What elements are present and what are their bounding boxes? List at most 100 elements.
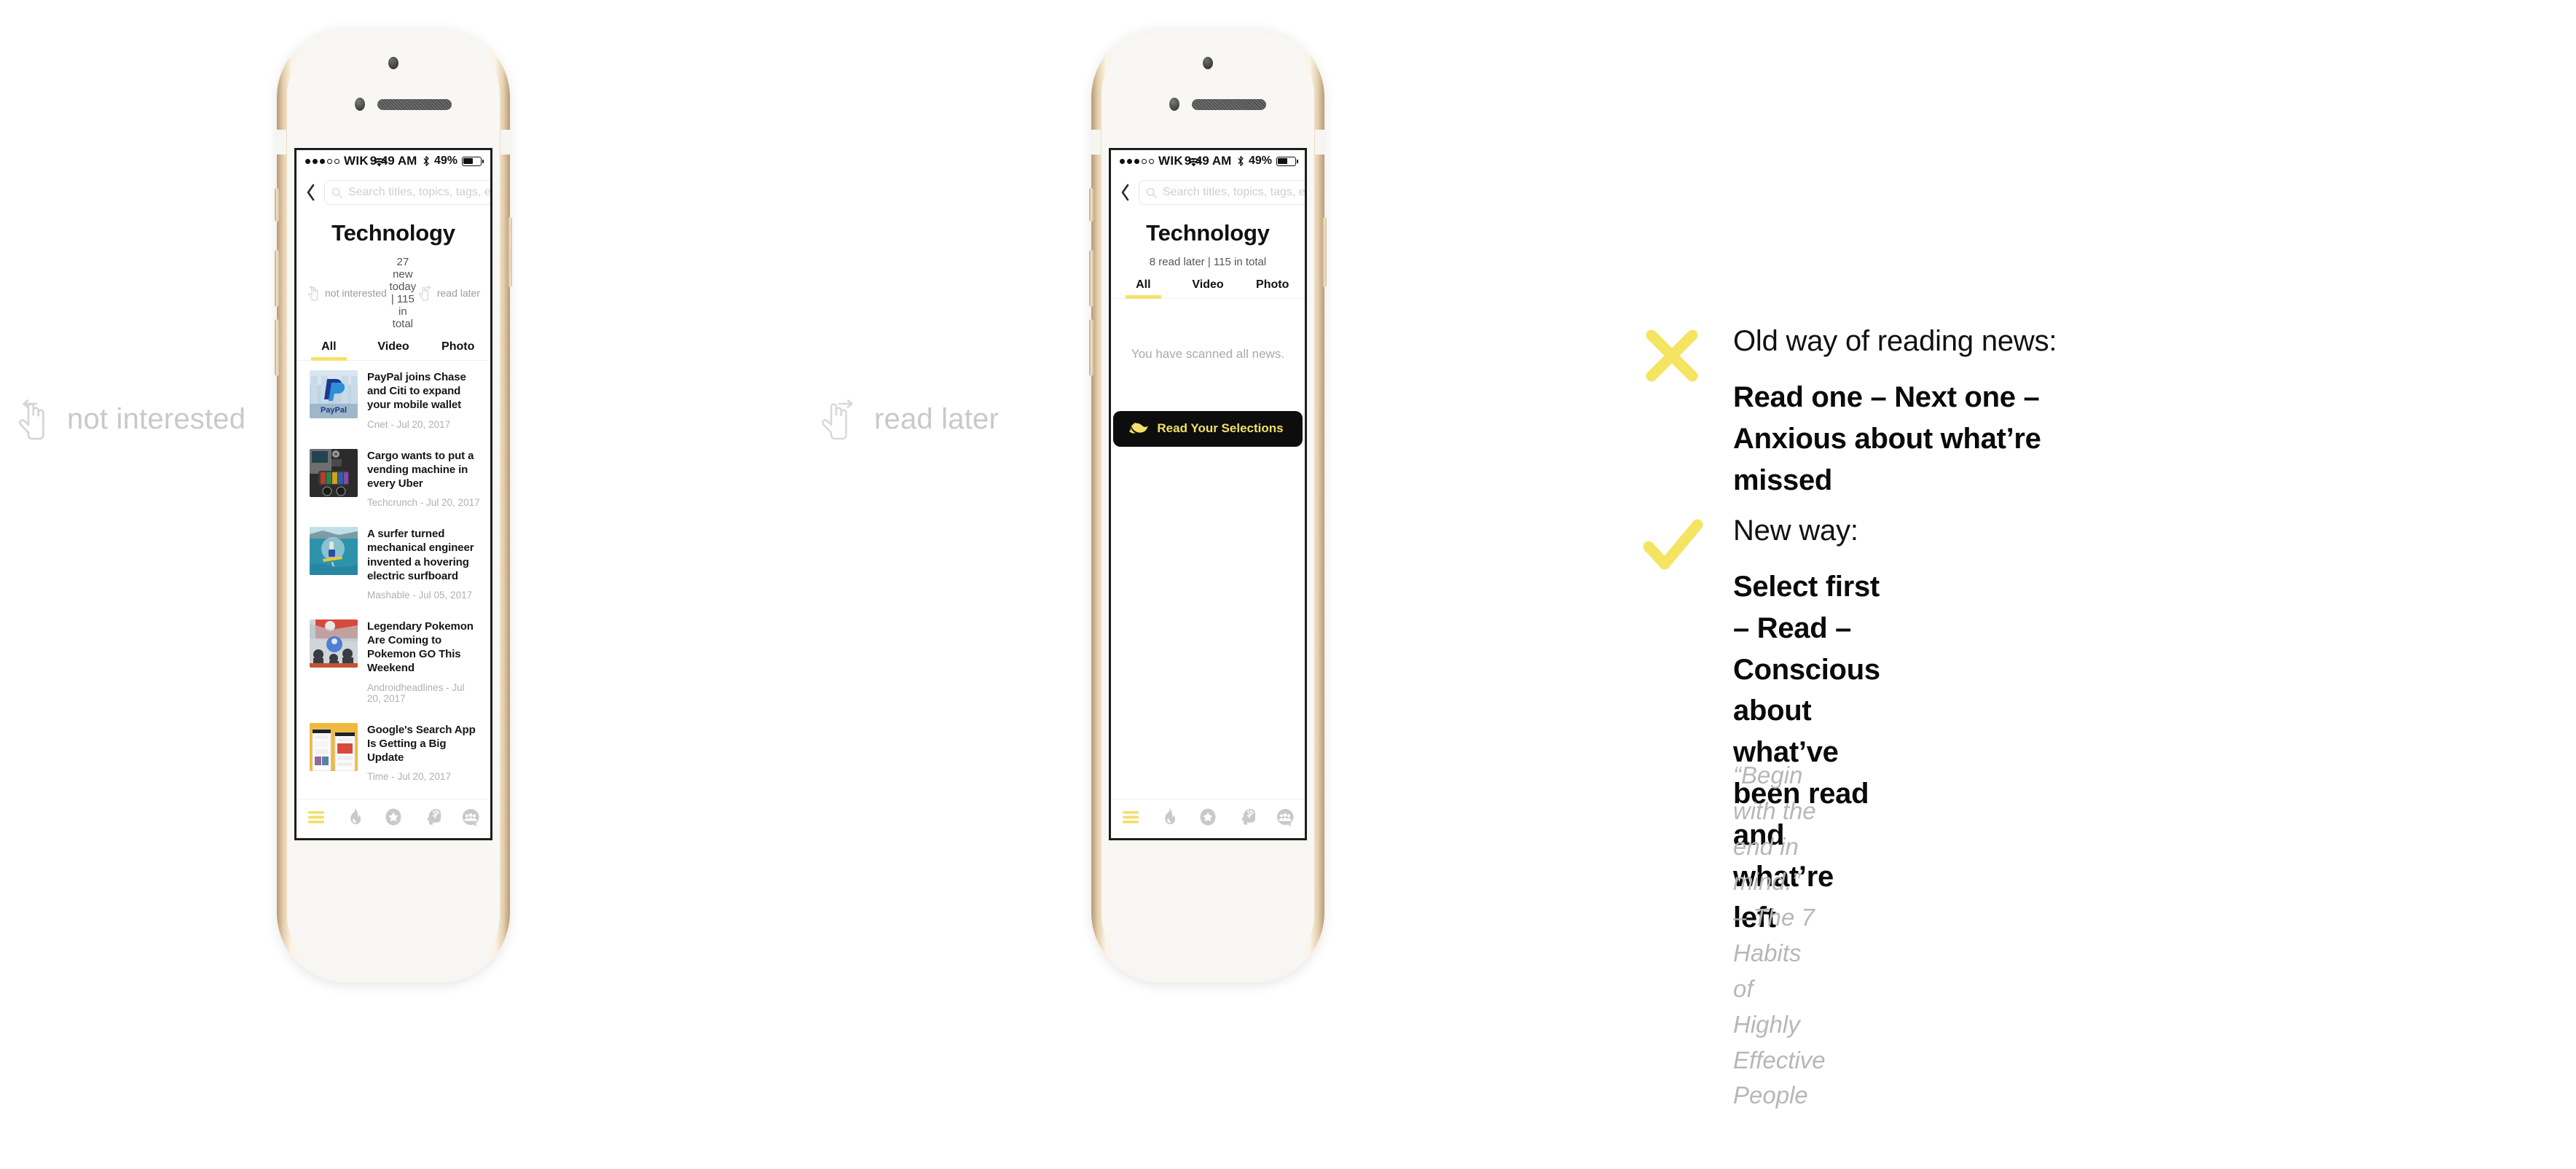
reading-hand-book-icon xyxy=(1129,421,1148,437)
star-circle-icon xyxy=(1197,806,1219,832)
antenna-band xyxy=(1091,130,1101,155)
hand-swipe-right-icon xyxy=(418,285,433,301)
home-button[interactable] xyxy=(1178,892,1238,952)
tabbar-item-feed[interactable] xyxy=(297,806,335,832)
power-button[interactable] xyxy=(508,217,512,287)
mute-switch[interactable] xyxy=(275,188,279,222)
quote-attribution: – The 7 Habits of Highly Effective Peopl… xyxy=(1733,904,1826,1109)
home-button[interactable] xyxy=(364,892,423,952)
front-camera-icon xyxy=(388,57,398,69)
status-bar-left: WIK xyxy=(1120,154,1201,168)
tabbar-item-community[interactable] xyxy=(1266,806,1305,832)
volume-up-button[interactable] xyxy=(1089,250,1093,307)
news-text: PayPal joins Chase and Citi to expand yo… xyxy=(367,370,480,430)
power-button[interactable] xyxy=(1322,217,1327,287)
meta-counts: 27 new today | 115 in total xyxy=(389,256,417,330)
antenna-band xyxy=(500,130,511,155)
search-icon xyxy=(1146,187,1157,198)
meta-not-interested-label: not interested xyxy=(325,287,387,299)
tab-photo[interactable]: Photo xyxy=(1240,278,1305,298)
quote-block: “Begin with the end in mind.” – The 7 Ha… xyxy=(1733,758,1826,1114)
news-thumbnail xyxy=(310,619,358,668)
check-mark-icon xyxy=(1635,510,1708,583)
tab-photo[interactable]: Photo xyxy=(425,340,490,360)
read-your-selections-label: Read Your Selections xyxy=(1157,421,1284,435)
empty-state-message: You have scanned all news. xyxy=(1131,347,1285,361)
chevron-left-icon[interactable] xyxy=(1120,183,1131,202)
tabbar-item-favorites[interactable] xyxy=(1188,806,1227,832)
news-source: Time - Jul 20, 2017 xyxy=(367,771,452,783)
search-input[interactable]: Search titles, topics, tags, etc. xyxy=(1139,180,1307,205)
wifi-icon xyxy=(372,157,386,167)
list-item[interactable]: PayPal PayPal joins Chase and Citi to ex… xyxy=(297,361,490,439)
volume-up-button[interactable] xyxy=(275,250,279,307)
meta-row: not interested 27 new today | 115 in tot… xyxy=(297,246,490,330)
carrier-label: WIK xyxy=(344,154,369,168)
earpiece-speaker xyxy=(377,99,452,110)
battery-icon xyxy=(1276,156,1298,166)
swipe-hint-read-later: read later xyxy=(822,397,999,441)
new-way-statement-line1: Select first – Read – Conscious about wh… xyxy=(1733,571,1880,769)
tabbar-item-feed[interactable] xyxy=(1111,806,1150,832)
news-list[interactable]: PayPal PayPal joins Chase and Citi to ex… xyxy=(297,361,490,799)
tabbar-item-insights[interactable] xyxy=(1228,806,1266,832)
list-item[interactable]: Cargo wants to put a vending machine in … xyxy=(297,439,490,518)
status-bar-right: 49% xyxy=(423,155,484,168)
search-placeholder: Search titles, topics, tags, etc. xyxy=(1163,186,1307,198)
news-source: Androidheadlines - Jul 20, 2017 xyxy=(367,681,465,704)
antenna-band xyxy=(1315,130,1325,155)
read-your-selections-button[interactable]: Read Your Selections xyxy=(1113,411,1303,447)
news-source: Mashable - Jul 05, 2017 xyxy=(367,589,473,601)
news-text: A surfer turned mechanical engineer inve… xyxy=(367,527,480,601)
slide-canvas: not interested read later WIK 9:49 AM 49… xyxy=(0,0,2576,1169)
brain-head-icon xyxy=(1236,806,1257,832)
hamburger-menu-icon xyxy=(305,806,327,832)
community-speech-bubble-icon xyxy=(1274,806,1296,832)
status-bar: WIK 9:49 AM 49% xyxy=(297,150,490,172)
news-title: Google's Search App Is Getting a Big Upd… xyxy=(367,723,476,764)
list-item[interactable]: Legendary Pokemon Are Coming to Pokemon … xyxy=(297,610,490,713)
front-camera-icon xyxy=(1203,57,1213,69)
battery-percent-label: 49% xyxy=(433,155,458,167)
flame-icon xyxy=(1158,806,1180,832)
wifi-icon xyxy=(1187,157,1201,167)
meta-counts: 8 read later | 115 in total xyxy=(1149,256,1267,268)
status-bar-left: WIK xyxy=(305,154,386,168)
list-item[interactable]: Google's Search App Is Getting a Big Upd… xyxy=(297,713,490,792)
page-title: Technology xyxy=(1146,220,1270,246)
brain-head-icon xyxy=(421,806,443,832)
signal-strength-icon xyxy=(305,158,339,164)
news-text: Legendary Pokemon Are Coming to Pokemon … xyxy=(367,619,480,704)
tab-video[interactable]: Video xyxy=(361,340,426,360)
news-thumbnail xyxy=(310,448,358,497)
tabbar-item-trending[interactable] xyxy=(335,806,374,832)
tabbar-item-favorites[interactable] xyxy=(374,806,412,832)
list-item[interactable]: A surfer turned mechanical engineer inve… xyxy=(297,517,490,610)
tab-all[interactable]: All xyxy=(1111,278,1176,299)
empty-state: You have scanned all news. Read Your Sel… xyxy=(1111,299,1305,799)
search-input[interactable]: Search titles, topics, tags, etc. xyxy=(324,180,490,205)
phone-device-left: WIK 9:49 AM 49% Search titles, topics, t… xyxy=(275,28,512,982)
tab-all[interactable]: All xyxy=(297,340,361,361)
search-bar-row: Search titles, topics, tags, etc. xyxy=(297,172,490,211)
news-text: Cargo wants to put a vending machine in … xyxy=(367,449,480,509)
swipe-hint-label: not interested xyxy=(67,402,246,435)
chevron-left-icon[interactable] xyxy=(305,183,317,202)
volume-down-button[interactable] xyxy=(1089,319,1093,376)
tabbar-item-insights[interactable] xyxy=(413,806,452,832)
proximity-sensor-icon xyxy=(1169,98,1179,111)
community-speech-bubble-icon xyxy=(460,806,482,832)
content-tabs: All Video Photo xyxy=(297,340,490,361)
carrier-label: WIK xyxy=(1158,154,1183,168)
page-title: Technology xyxy=(331,220,455,246)
mute-switch[interactable] xyxy=(1089,188,1093,222)
meta-read-later: read later xyxy=(418,285,480,301)
old-way-block: Old way of reading news: Read one – Next… xyxy=(1635,321,2057,501)
search-icon xyxy=(331,187,342,198)
tab-video[interactable]: Video xyxy=(1176,278,1241,298)
old-way-statement: Read one – Next one – Anxious about what… xyxy=(1733,381,2041,496)
tabbar-item-trending[interactable] xyxy=(1150,806,1188,832)
old-way-lines: Old way of reading news: Read one – Next… xyxy=(1733,321,2057,501)
tabbar-item-community[interactable] xyxy=(452,806,490,832)
volume-down-button[interactable] xyxy=(275,319,279,376)
